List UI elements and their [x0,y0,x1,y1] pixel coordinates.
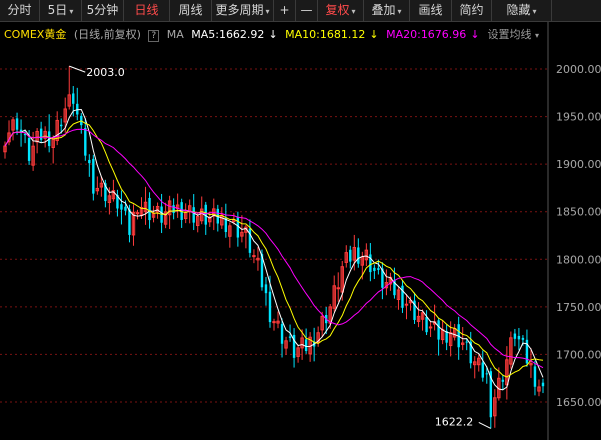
toolbar-item-label: 5分钟 [86,3,119,17]
candle-body [437,320,440,340]
toolbar-item-8[interactable]: 复权 ▾ [318,0,364,21]
toolbar-item-12[interactable]: 隐藏 ▾ [492,0,552,21]
candle-body [60,124,63,127]
toolbar-item-1[interactable]: 5日 ▾ [40,0,82,21]
y-tick-label: 1700.00 [556,348,601,361]
toolbar-item-label: 分时 [7,3,32,17]
candle-body [428,326,433,329]
toolbar-item-label: 周线 [178,3,203,17]
toolbar-item-label: 叠加 [371,3,396,17]
candle-body [349,249,352,262]
y-tick-label: 1650.00 [556,396,601,409]
low-pointer [478,422,492,429]
y-tick-label: 1850.00 [556,206,601,219]
y-tick-label: 1950.00 [556,111,601,124]
toolbar-item-6[interactable]: + [274,0,296,21]
y-tick-label: 1750.00 [556,301,601,314]
toolbar-item-label: 日线 [134,3,159,17]
candle-body [264,284,268,294]
candle-body [280,324,284,344]
candle-body [272,321,276,324]
toolbar-item-label: 隐藏 [506,3,531,17]
y-tick-label: 2000.00 [556,63,601,76]
candle-body [268,291,272,323]
candle-body [15,118,19,130]
candlestick-chart: 2000.00 1950.00 1900.00 1850.00 1800.00 1750.… [0,22,601,440]
low-annotation: 1622.2 [435,415,474,428]
candle-body [369,254,372,273]
candle-body [27,138,31,161]
candle-body [172,205,175,214]
y-tick-label: 1900.00 [556,158,601,171]
candle-body [88,159,91,164]
toolbar-item-9[interactable]: 叠加 ▾ [364,0,410,21]
candle-body [377,268,380,270]
candle-body [39,128,43,140]
candle-body [76,103,79,115]
toolbar-item-5[interactable]: 更多周期 ▾ [212,0,274,21]
toolbar-item-label: 复权 [325,3,350,17]
candle-body [425,317,428,333]
candle-body [120,204,123,210]
candle-body [533,366,537,387]
candle-body [401,285,404,308]
chevron-down-icon: ▾ [532,7,537,16]
chevron-down-icon: ▾ [69,7,74,16]
toolbar-item-7[interactable]: — [296,0,318,21]
candle-body [92,158,95,194]
chevron-down-icon: ▾ [397,7,402,16]
y-tick-label: 1800.00 [556,253,601,266]
candle-body [541,382,545,387]
toolbar: 分时 5日 ▾ 5分钟 日线 周线 更多周期 ▾ + — 复权 ▾ 叠加 ▾ 画线 简约 隐藏 ▾ [0,0,601,22]
toolbar-item-4[interactable]: 周线 [170,0,212,21]
high-annotation: 2003.0 [86,66,125,79]
candle-body [485,373,488,375]
toolbar-item-2[interactable]: 5分钟 [82,0,124,21]
toolbar-item-label: + [279,3,290,17]
candle-body [521,337,525,340]
candle-body [373,267,376,272]
candle-body [72,93,75,104]
candle-body [124,206,127,211]
toolbar-item-label: 5日 [47,3,68,17]
candle-body [357,247,360,264]
toolbar-item-label: 简约 [459,3,484,17]
candle-body [148,197,151,221]
candle-body [481,362,484,378]
candle-body [404,303,409,306]
candle-body [252,255,256,258]
toolbar-item-3[interactable]: 日线 [124,0,170,21]
candle-body [501,379,505,382]
candle-body [513,333,517,339]
candle-body [465,341,468,343]
candle-body [288,336,292,338]
candle-body [128,209,131,235]
toolbar-item-0[interactable]: 分时 [0,0,40,21]
candle-body [304,339,308,352]
toolbar-item-label: — [300,3,313,17]
toolbar-item-label: 画线 [418,3,443,17]
candle-body [192,207,195,223]
toolbar-item-11[interactable]: 简约 [452,0,492,21]
chevron-down-icon: ▾ [265,7,270,16]
candle-body [84,127,87,156]
candle-body [336,287,340,290]
candle-body [517,335,521,340]
toolbar-item-label: 更多周期 [215,3,264,17]
chevron-down-icon: ▾ [351,7,356,16]
toolbar-item-10[interactable]: 画线 [410,0,452,21]
